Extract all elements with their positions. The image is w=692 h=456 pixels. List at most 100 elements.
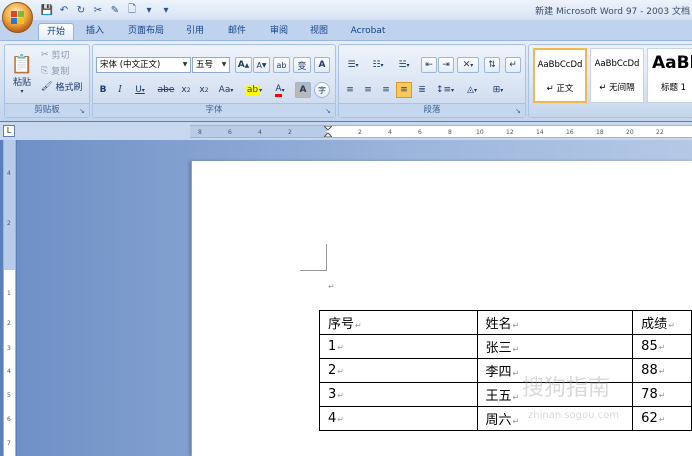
ruler-tick: 2 xyxy=(288,129,292,136)
highlight-label: ab xyxy=(245,85,260,95)
format-painter-button[interactable]: 🖌 格式刷 xyxy=(41,80,82,94)
font-size-combo[interactable]: 五号 ▼ xyxy=(192,57,230,73)
clipboard-launcher-icon[interactable]: ↘ xyxy=(79,107,87,115)
tab-selector[interactable]: L xyxy=(3,125,15,137)
horizontal-ruler[interactable]: 8 6 4 2 2 4 6 8 10 12 14 16 18 20 22 xyxy=(190,125,692,138)
score-table[interactable]: 序号↵ 姓名↵ 成绩↵ 1↵ 张三↵ 85↵ 2↵ 李四↵ 88↵ 3↵ 王五↵… xyxy=(319,310,692,431)
highlight-button[interactable]: ab ▾ xyxy=(243,82,265,98)
title-bar: 💾 ↶ ↻ ✂ ✎ 🗋 ▾ ▾ 新建 Microsoft Word 97 - 2… xyxy=(0,0,692,20)
style-heading-1[interactable]: AaBb 标题 1 xyxy=(647,48,692,103)
table-cell[interactable]: 2↵ xyxy=(319,358,478,383)
paragraph-mark: ↵ xyxy=(512,345,520,354)
justify-icon: ≡ xyxy=(400,85,408,95)
phonetic-guide-label: 变 xyxy=(297,61,307,72)
italic-button[interactable]: I xyxy=(113,82,127,98)
customize-qat-icon[interactable]: ▾ xyxy=(159,3,173,17)
table-cell[interactable]: 88↵ xyxy=(632,358,692,383)
underline-button[interactable]: U ▾ xyxy=(130,82,150,98)
table-cell[interactable]: 1↵ xyxy=(319,334,478,359)
char-border-button[interactable]: A xyxy=(314,57,330,73)
tab-page-layout[interactable]: 页面布局 xyxy=(122,23,170,40)
strikethrough-button[interactable]: abe xyxy=(155,82,177,98)
italic-label: I xyxy=(118,85,122,95)
font-name-combo[interactable]: 宋体 (中文正文) ▼ xyxy=(96,57,191,73)
chevron-down-icon: ▾ xyxy=(230,86,234,94)
increase-indent-button[interactable]: ⇥ xyxy=(438,57,454,73)
cell-text: 4 xyxy=(328,411,337,426)
char-shading-button[interactable]: A xyxy=(295,82,311,98)
ruler-tick: 5 xyxy=(7,392,11,399)
tab-references[interactable]: 引用 xyxy=(180,23,210,40)
table-cell[interactable]: 85↵ xyxy=(632,334,692,359)
align-left-button[interactable]: ≡ xyxy=(342,82,358,98)
cut-button[interactable]: ✂ 剪切 xyxy=(41,48,70,62)
table-cell[interactable]: 姓名↵ xyxy=(476,310,634,335)
table-cell[interactable]: 78↵ xyxy=(632,382,692,407)
numbering-button[interactable]: ☷ ▾ xyxy=(367,57,389,73)
table-row: 1↵ 张三↵ 85↵ xyxy=(319,334,692,359)
table-cell[interactable]: 序号↵ xyxy=(319,310,478,335)
font-launcher-icon[interactable]: ↘ xyxy=(325,107,333,115)
style-normal[interactable]: AaBbCcDd ↵ 正文 xyxy=(533,48,587,103)
shrink-font-button[interactable]: A ▼ xyxy=(253,57,270,73)
underline-label: U xyxy=(135,85,142,95)
undo-icon[interactable]: ↶ xyxy=(57,3,71,17)
vertical-ruler[interactable]: 4 2 1 2 3 4 5 6 7 xyxy=(3,140,16,456)
line-spacing-button[interactable]: ↕≡ ▾ xyxy=(434,82,456,98)
ruler-top-margin xyxy=(4,140,15,270)
paragraph-group-label: 段落 xyxy=(339,103,525,117)
grow-font-button[interactable]: A ▲ xyxy=(235,57,252,73)
table-cell[interactable]: 3↵ xyxy=(319,382,478,407)
tab-review[interactable]: 审阅 xyxy=(264,23,294,40)
paste-button[interactable]: 📋 粘贴 ▾ xyxy=(8,48,36,100)
tab-view[interactable]: 视图 xyxy=(304,23,334,40)
table-cell[interactable]: 张三↵ xyxy=(476,334,634,359)
change-case-button[interactable]: Aa ▾ xyxy=(215,82,237,98)
distributed-button[interactable]: ≣ xyxy=(414,82,430,98)
font-color-button[interactable]: A ▾ xyxy=(269,82,291,98)
copy-button[interactable]: ⎘ 复制 xyxy=(41,64,69,78)
redo-icon[interactable]: ↻ xyxy=(74,3,88,17)
ruler-tick: 12 xyxy=(506,129,514,136)
sort-button[interactable]: ⇅ xyxy=(484,57,500,73)
align-right-button[interactable]: ≡ xyxy=(378,82,394,98)
tab-insert[interactable]: 插入 xyxy=(80,23,110,40)
ribbon: 📋 粘贴 ▾ ✂ 剪切 ⎘ 复制 🖌 格式刷 剪贴板 ↘ 宋体 (中文正文) ▼ 五号… xyxy=(0,40,692,121)
tab-acrobat[interactable]: Acrobat xyxy=(346,23,390,40)
office-button[interactable] xyxy=(2,2,33,33)
tab-mailings[interactable]: 邮件 xyxy=(222,23,252,40)
subscript-button[interactable]: x2 xyxy=(179,82,193,98)
table-cell[interactable]: 成绩↵ xyxy=(632,310,692,335)
table-cell[interactable]: 62↵ xyxy=(632,406,692,431)
bullets-button[interactable]: ☰ ▾ xyxy=(342,57,364,73)
phonetic-guide-button[interactable]: 变 xyxy=(293,57,311,73)
indent-marker-icon[interactable] xyxy=(324,126,332,137)
show-marks-button[interactable]: ↵ xyxy=(505,57,521,73)
save-icon[interactable]: 💾 xyxy=(40,3,54,17)
superscript-button[interactable]: x2 xyxy=(197,82,211,98)
enclose-char-button[interactable]: 字 xyxy=(314,82,330,98)
chinese-layout-button[interactable]: ✕ ▾ xyxy=(457,57,479,73)
justify-button[interactable]: ≡ xyxy=(396,82,412,98)
style-no-spacing[interactable]: AaBbCcDd ↵ 无间隔 xyxy=(590,48,644,103)
chevron-down-icon: ▾ xyxy=(473,86,477,94)
clear-format-button[interactable]: ab xyxy=(273,57,290,73)
format-painter-qat-icon[interactable]: ✂ xyxy=(91,3,105,17)
paragraph-mark: ↵ xyxy=(512,369,520,378)
dropdown-icon[interactable]: ▾ xyxy=(142,3,156,17)
multilevel-list-button[interactable]: ☱ ▾ xyxy=(392,57,416,73)
table-cell[interactable]: 4↵ xyxy=(319,406,478,431)
paragraph-launcher-icon[interactable]: ↘ xyxy=(515,107,523,115)
tab-home[interactable]: 开始 xyxy=(38,23,74,40)
new-document-icon[interactable]: 🗋 xyxy=(125,3,139,17)
decrease-indent-button[interactable]: ⇤ xyxy=(421,57,437,73)
horizontal-ruler-row: L 8 6 4 2 2 4 6 8 10 12 14 16 18 20 22 xyxy=(0,122,692,140)
ruler-tick: 4 xyxy=(388,129,392,136)
ruler-tick: 22 xyxy=(656,129,664,136)
shading-button[interactable]: ◬ ▾ xyxy=(461,82,483,98)
edit-icon[interactable]: ✎ xyxy=(108,3,122,17)
align-center-button[interactable]: ≡ xyxy=(360,82,376,98)
bold-button[interactable]: B xyxy=(96,82,110,98)
ruler-tick: 4 xyxy=(258,129,262,136)
borders-button[interactable]: ⊞ ▾ xyxy=(487,82,509,98)
